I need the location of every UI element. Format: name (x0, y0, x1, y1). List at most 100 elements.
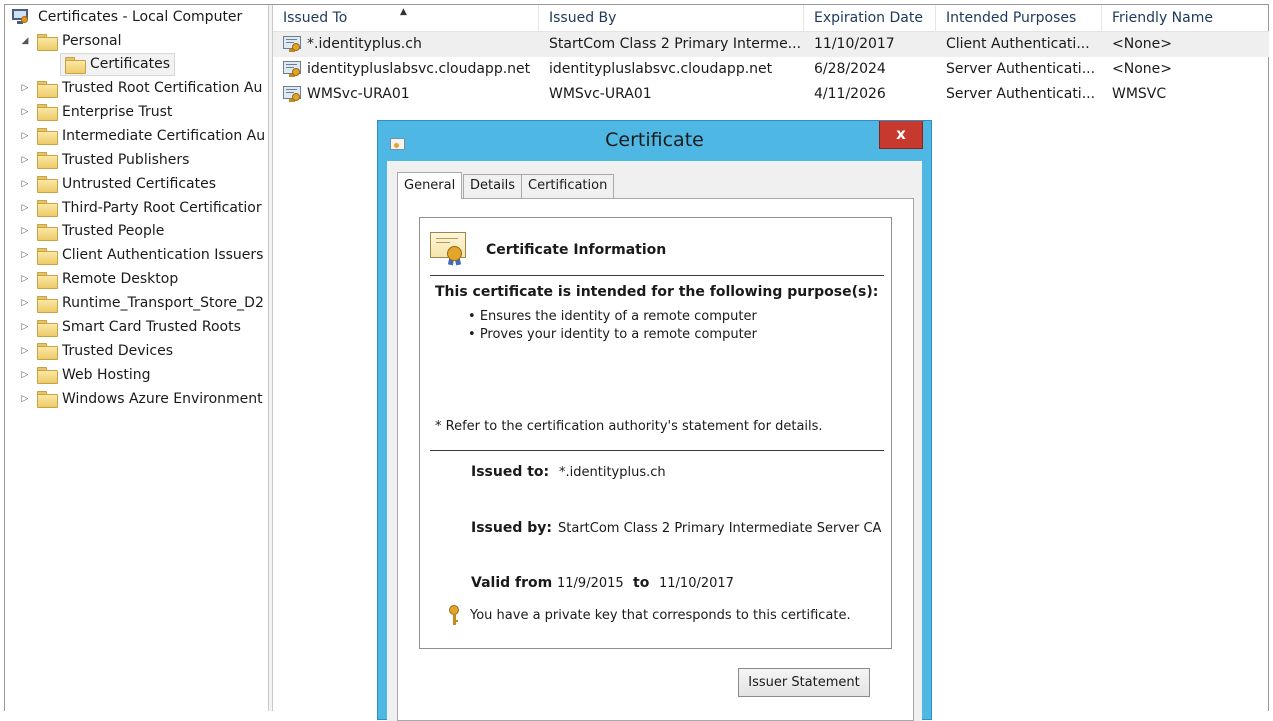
tab-general[interactable]: General (397, 172, 463, 199)
tree-item-label: Client Authentication Issuers (62, 247, 264, 264)
general-tab-panel: Certificate Information This certificate… (397, 198, 914, 721)
valid-to-label: to (633, 575, 650, 591)
certificate-information-heading: Certificate Information (486, 242, 667, 258)
tree-item[interactable]: ▷ Trusted People (18, 220, 164, 242)
collapsed-arrow-icon[interactable]: ▷ (18, 173, 32, 195)
divider (430, 275, 884, 276)
certificate-icon (283, 61, 303, 78)
collapsed-arrow-icon[interactable]: ▷ (18, 364, 32, 386)
folder-icon (37, 200, 58, 217)
tab-details[interactable]: Details (463, 174, 523, 198)
list-header: Issued To ▲ Issued By Expiration Date In… (273, 5, 1269, 32)
tab-certification-path[interactable]: Certification Path (521, 174, 615, 215)
table-row[interactable]: identitypluslabsvc.cloudapp.net identityp… (273, 57, 1269, 82)
tree-root[interactable]: Certificates - Local Computer (10, 6, 242, 28)
tree-item[interactable]: ▷ Trusted Publishers (18, 149, 189, 171)
purpose-item: Ensures the identity of a remote compute… (468, 309, 757, 324)
tree-item[interactable]: ▷ Smart Card Trusted Roots (18, 316, 241, 338)
collapsed-arrow-icon[interactable]: ▷ (18, 268, 32, 290)
tree-item-certificates[interactable]: Certificates (60, 52, 176, 76)
dialog-title: Certificate (605, 129, 704, 151)
collapsed-arrow-icon[interactable]: ▷ (18, 244, 32, 266)
expanded-arrow-icon[interactable]: ◢ (18, 30, 32, 52)
tree-item[interactable]: ▷ Trusted Root Certification Au (18, 77, 262, 99)
folder-icon (37, 104, 58, 122)
purpose-heading: This certificate is intended for the fol… (435, 284, 879, 300)
tree-item-personal[interactable]: ◢ Personal (18, 30, 122, 52)
issued-by-value: StartCom Class 2 Primary Intermediate Se… (558, 521, 882, 536)
column-header-issued-to[interactable]: Issued To ▲ (273, 5, 539, 32)
table-cell: *.identityplus.ch (307, 36, 422, 52)
tree-item-label: Windows Azure Environment (62, 390, 263, 407)
collapsed-arrow-icon[interactable]: ▷ (18, 292, 32, 314)
column-header-expiration-date[interactable]: Expiration Date (804, 5, 936, 32)
table-cell: WMSvc-URA01 (307, 86, 410, 102)
collapsed-arrow-icon[interactable]: ▷ (18, 197, 32, 219)
collapsed-arrow-icon[interactable]: ▷ (18, 316, 32, 338)
tree-item-label: Untrusted Certificates (62, 175, 216, 192)
tree-item[interactable]: ▷ Client Authentication Issuers (18, 244, 263, 266)
folder-icon (37, 128, 58, 146)
table-cell: identitypluslabsvc.cloudapp.net (307, 61, 531, 77)
tree-item[interactable]: ▷ Intermediate Certification Au (18, 125, 265, 147)
certificate-information-box: Certificate Information This certificate… (419, 217, 892, 649)
tree-item[interactable]: ▷ Remote Desktop (18, 268, 178, 290)
issuer-statement-button[interactable]: Issuer Statement (738, 668, 870, 697)
tree-item[interactable]: ▷ Runtime_Transport_Store_D2 (18, 292, 264, 314)
table-cell: StartCom Class 2 Primary Interme... (549, 36, 802, 52)
table-cell: identitypluslabsvc.cloudapp.net (549, 61, 773, 77)
tree-item-label: Trusted People (62, 223, 165, 240)
tree-item[interactable]: ▷ Trusted Devices (18, 340, 173, 362)
column-header-friendly-name[interactable]: Friendly Name (1102, 5, 1269, 32)
tree-item[interactable]: ▷ Untrusted Certificates (18, 173, 216, 195)
issued-to-value: *.identityplus.ch (559, 465, 666, 480)
divider (430, 450, 884, 451)
tree-item-label: Trusted Root Certification Au (62, 80, 263, 96)
collapsed-arrow-icon[interactable]: ▷ (18, 340, 32, 362)
tree-item-label: Intermediate Certification Au (62, 127, 266, 144)
table-cell: WMSVC (1112, 86, 1167, 102)
tree-item[interactable]: ▷ Enterprise Trust (18, 101, 172, 123)
column-header-intended-purposes[interactable]: Intended Purposes (936, 5, 1102, 32)
tree-item-label: Trusted Devices (62, 342, 174, 359)
table-row[interactable]: WMSvc-URA01 WMSvc-URA01 4/11/2026 Server Au… (273, 82, 1269, 107)
purpose-item: Proves your identity to a remote compute… (468, 327, 757, 342)
folder-icon (37, 391, 58, 409)
tree-item-label: Remote Desktop (62, 271, 179, 288)
folder-icon (37, 80, 58, 98)
table-row[interactable]: *.identityplus.ch StartCom Class 2 Primar… (273, 32, 1269, 57)
key-icon (448, 605, 460, 627)
tree-item[interactable]: ▷ Third-Party Root Certificatior (18, 197, 262, 219)
tree-item-label: Smart Card Trusted Roots (62, 319, 241, 335)
collapsed-arrow-icon[interactable]: ▷ (18, 149, 32, 171)
computer-certificate-icon (10, 8, 30, 26)
sort-ascending-icon: ▲ (400, 7, 407, 17)
folder-icon (37, 223, 58, 241)
folder-icon (37, 176, 58, 194)
tree-item-label: Personal (62, 33, 122, 49)
tree-item-label: Enterprise Trust (62, 103, 173, 120)
folder-icon (37, 343, 58, 361)
collapsed-arrow-icon[interactable]: ▷ (18, 77, 32, 99)
collapsed-arrow-icon[interactable]: ▷ (18, 125, 32, 147)
table-cell: Server Authenticati... (946, 61, 1096, 77)
table-cell: <None> (1112, 61, 1172, 77)
refer-note: * Refer to the certification authority's… (435, 419, 823, 434)
collapsed-arrow-icon[interactable]: ▷ (18, 388, 32, 410)
column-header-issued-by[interactable]: Issued By (539, 5, 804, 32)
table-cell: <None> (1112, 36, 1172, 52)
valid-from-value: 11/9/2015 (557, 576, 624, 591)
tree-item[interactable]: ▷ Windows Azure Environment (18, 388, 263, 410)
tree-item-label: Certificates (90, 55, 171, 72)
dialog-body: General Details Certification Path Certi… (387, 161, 922, 721)
tree-item[interactable]: ▷ Web Hosting (18, 364, 151, 386)
dialog-title-bar[interactable]: Certificate x (378, 121, 931, 161)
collapsed-arrow-icon[interactable]: ▷ (18, 220, 32, 242)
folder-icon (37, 152, 58, 170)
collapsed-arrow-icon[interactable]: ▷ (18, 101, 32, 123)
issued-to-label: Issued to: (471, 464, 550, 480)
folder-icon (37, 271, 58, 289)
issued-by-label: Issued by: (471, 520, 552, 536)
close-button[interactable]: x (879, 121, 923, 149)
tree-item-label: Trusted Publishers (62, 151, 190, 168)
